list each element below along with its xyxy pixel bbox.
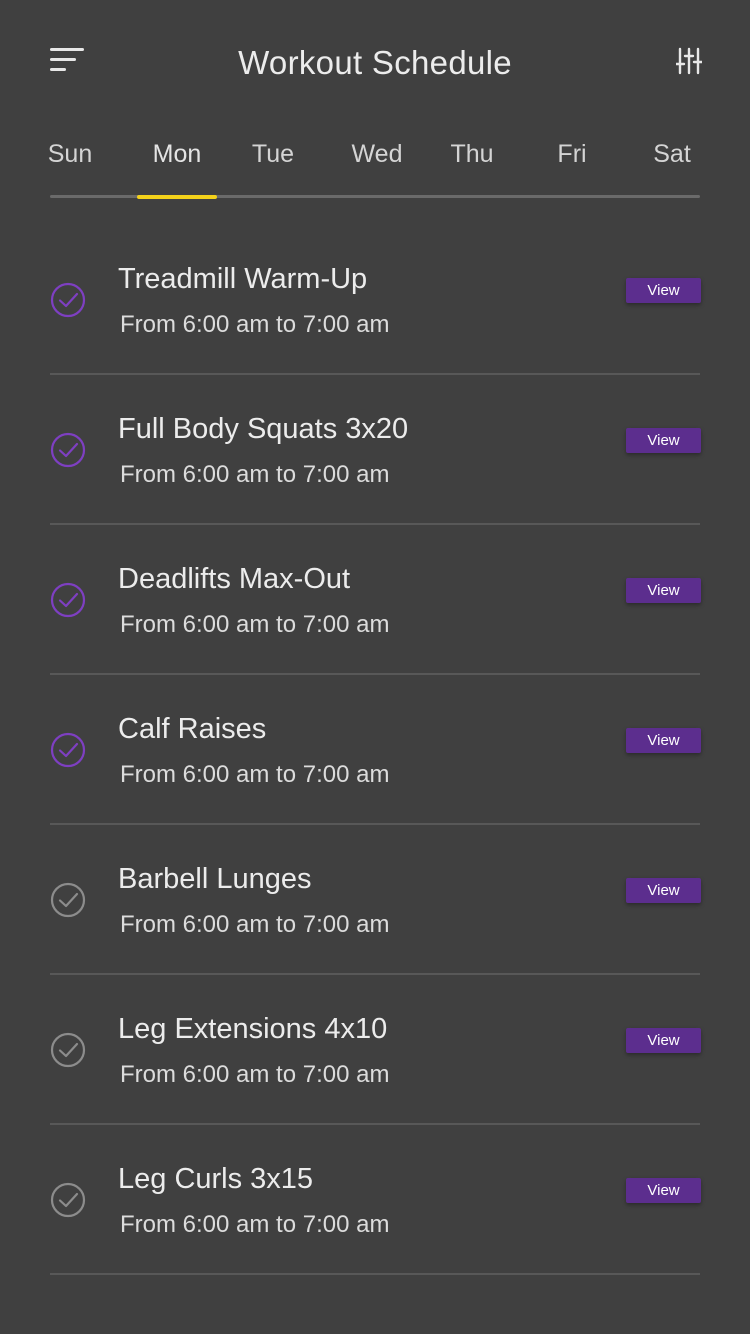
workout-time: From 6:00 am to 7:00 am [120,461,390,488]
list-item[interactable]: Treadmill Warm-Up From 6:00 am to 7:00 a… [0,225,750,375]
workout-title: Deadlifts Max-Out [118,563,351,595]
sliders-icon[interactable] [674,47,704,75]
view-button[interactable]: View [626,728,701,753]
day-tabs: Sun Mon Tue Wed Thu Fri Sat [48,128,700,202]
workout-title: Barbell Lunges [118,863,312,895]
list-item[interactable]: Barbell Lunges From 6:00 am to 7:00 am V… [0,825,750,975]
workout-title: Leg Extensions 4x10 [118,1013,388,1045]
view-button[interactable]: View [626,878,701,903]
list-item[interactable]: Leg Extensions 4x10 From 6:00 am to 7:00… [0,975,750,1125]
check-circle-done-icon[interactable] [50,282,86,318]
workout-list: Treadmill Warm-Up From 6:00 am to 7:00 a… [0,225,750,1275]
check-circle-done-icon[interactable] [50,732,86,768]
workout-title: Leg Curls 3x15 [118,1163,314,1195]
workout-title: Treadmill Warm-Up [118,263,368,295]
tab-wed[interactable]: Wed [352,140,403,169]
app-header: Workout Schedule [0,0,750,128]
divider [50,1273,700,1275]
check-circle-icon[interactable] [50,882,86,918]
tab-tue[interactable]: Tue [252,140,294,169]
workout-time: From 6:00 am to 7:00 am [120,311,390,338]
check-circle-icon[interactable] [50,1182,86,1218]
check-circle-icon[interactable] [50,1032,86,1068]
view-button[interactable]: View [626,1028,701,1053]
tab-mon[interactable]: Mon [153,140,202,169]
check-circle-done-icon[interactable] [50,432,86,468]
view-button[interactable]: View [626,428,701,453]
page-title: Workout Schedule [238,44,512,81]
list-item[interactable]: Calf Raises From 6:00 am to 7:00 am View [0,675,750,825]
list-item[interactable]: Deadlifts Max-Out From 6:00 am to 7:00 a… [0,525,750,675]
workout-title: Full Body Squats 3x20 [118,413,409,445]
view-button[interactable]: View [626,578,701,603]
list-item[interactable]: Leg Curls 3x15 From 6:00 am to 7:00 am V… [0,1125,750,1275]
workout-title: Calf Raises [118,713,267,745]
tab-sun[interactable]: Sun [48,140,92,169]
workout-time: From 6:00 am to 7:00 am [120,1061,390,1088]
workout-time: From 6:00 am to 7:00 am [120,1211,390,1238]
view-button[interactable]: View [626,1178,701,1203]
tab-fri[interactable]: Fri [557,140,586,169]
list-item[interactable]: Full Body Squats 3x20 From 6:00 am to 7:… [0,375,750,525]
workout-time: From 6:00 am to 7:00 am [120,911,390,938]
workout-time: From 6:00 am to 7:00 am [120,761,390,788]
view-button[interactable]: View [626,278,701,303]
workout-time: From 6:00 am to 7:00 am [120,611,390,638]
tab-thu[interactable]: Thu [450,140,493,169]
active-tab-indicator [137,195,217,199]
tab-sat[interactable]: Sat [653,140,691,169]
check-circle-done-icon[interactable] [50,582,86,618]
